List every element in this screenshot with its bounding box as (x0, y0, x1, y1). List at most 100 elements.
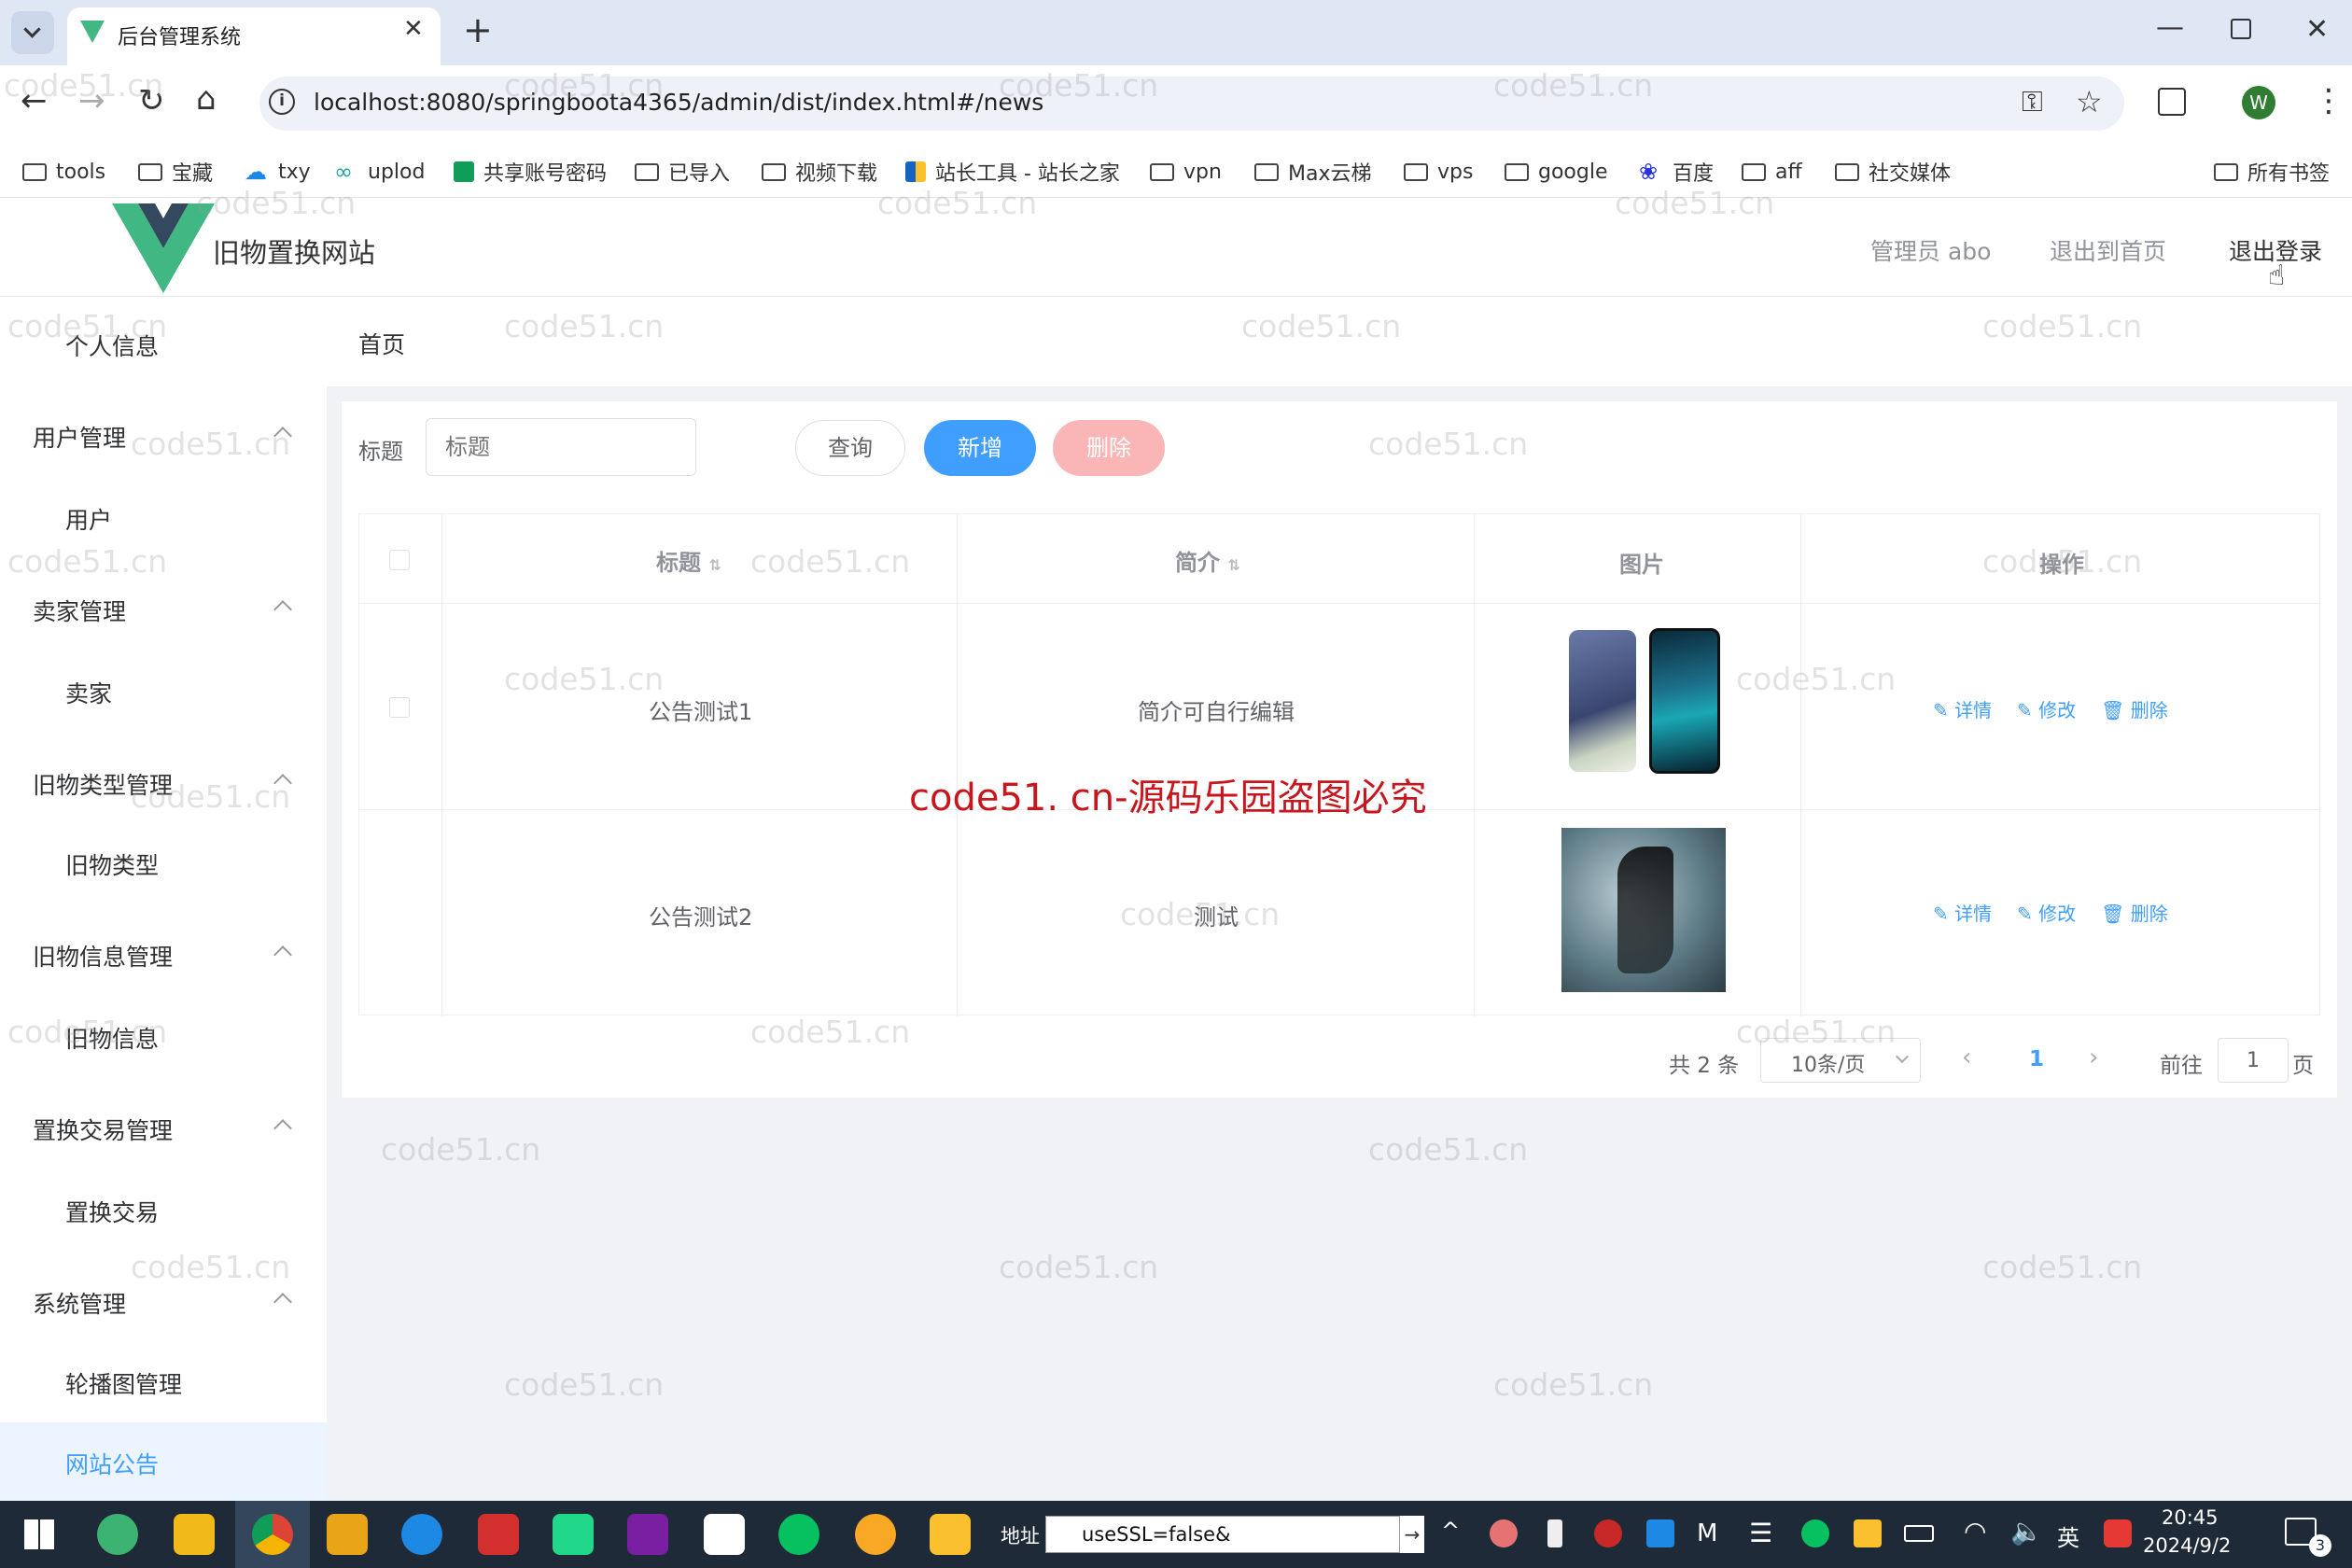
row-delete-link[interactable]: 🗑 删除 (2101, 695, 2168, 722)
sidebar-group-item-info-management[interactable]: 旧物信息管理 (33, 939, 173, 973)
minimize-icon[interactable]: — (2156, 11, 2184, 44)
poster-image-thumbnail[interactable] (1561, 828, 1726, 992)
bookmark-tools[interactable]: tools (22, 149, 105, 194)
back-arrow-icon[interactable]: ← (21, 82, 48, 119)
more-menu-icon[interactable]: ⋮ (2313, 82, 2345, 119)
tray-wifi-icon[interactable]: ◠ (1964, 1516, 1986, 1547)
all-bookmarks[interactable]: 所有书签 (2214, 149, 2330, 194)
bookmark-uplod[interactable]: ∞ uplod (334, 149, 425, 194)
k-app-icon[interactable] (930, 1514, 971, 1555)
intellij-icon[interactable] (627, 1514, 668, 1555)
browser-360-icon[interactable] (97, 1514, 138, 1555)
query-button[interactable]: 查询 (795, 420, 905, 476)
address-bar[interactable]: i localhost:8080/springboota4365/admin/d… (259, 77, 2124, 131)
cat-app-icon[interactable] (855, 1514, 896, 1555)
extensions-icon[interactable] (2158, 88, 2186, 116)
bookmark-star-icon[interactable]: ☆ (2076, 84, 2103, 119)
bookmark-txy[interactable]: ☁ txy (245, 149, 311, 194)
edge-icon[interactable] (401, 1514, 442, 1555)
sidebar-item-exchange[interactable]: 置换交易 (65, 1195, 159, 1228)
row-edit-link[interactable]: ✎ 修改 (2017, 899, 2076, 926)
sidebar-group-system-management[interactable]: 系统管理 (33, 1286, 126, 1320)
bookmark-vps[interactable]: vps (1404, 149, 1473, 194)
password-key-icon[interactable]: ⚿ (2022, 86, 2043, 119)
wps-icon[interactable] (478, 1514, 519, 1555)
row-checkbox[interactable] (389, 697, 410, 718)
new-tab-button[interactable]: + (463, 9, 493, 50)
header-intro[interactable]: 简介 ⇅ (1175, 544, 1240, 577)
tray-meeting-icon[interactable] (1646, 1519, 1674, 1547)
select-all-checkbox[interactable] (389, 550, 410, 570)
row-delete-link[interactable]: 🗑 删除 (2101, 899, 2168, 926)
tray-usb-icon[interactable] (1547, 1519, 1562, 1547)
windows-start-icon[interactable] (24, 1519, 54, 1549)
tray-security-icon[interactable] (1594, 1519, 1622, 1547)
tray-app-icon[interactable] (1490, 1519, 1518, 1547)
tray-volume-icon[interactable]: 🔈 (2010, 1516, 2043, 1547)
tencent-meeting-icon[interactable] (704, 1514, 745, 1555)
wechat-icon[interactable] (778, 1514, 819, 1555)
close-tab-icon[interactable]: ✕ (403, 15, 424, 43)
bookmark-chinaz[interactable]: 站长工具 - 站长之家 (905, 149, 1120, 194)
bookmark-google[interactable]: google (1505, 149, 1608, 194)
sidebar-item-user[interactable]: 用户 (65, 502, 112, 536)
sidebar-item-profile[interactable]: 个人信息 (65, 329, 159, 362)
add-button[interactable]: 新增 (924, 420, 1036, 476)
clock-time[interactable]: 20:45 (2162, 1506, 2219, 1529)
browser-tab-active[interactable]: 后台管理系统 ✕ (67, 7, 441, 65)
url-text[interactable]: localhost:8080/springboota4365/admin/dis… (314, 89, 1043, 116)
row-detail-link[interactable]: ✎ 详情 (1933, 695, 1992, 722)
restore-icon[interactable] (2231, 19, 2251, 39)
page-size-select[interactable]: 10条/页 (1760, 1038, 1921, 1083)
page-number-current[interactable]: 1 (2029, 1047, 2044, 1071)
site-info-icon[interactable]: i (269, 89, 295, 115)
clock-date[interactable]: 2024/9/2 (2143, 1534, 2231, 1557)
sidebar-group-seller-management[interactable]: 卖家管理 (33, 594, 126, 627)
reload-icon[interactable]: ↻ (138, 82, 165, 119)
tray-mail-icon[interactable]: M (1697, 1519, 1717, 1547)
tray-k-icon[interactable] (1854, 1519, 1882, 1547)
pycharm-icon[interactable] (553, 1514, 594, 1555)
sidebar-item-item-type[interactable]: 旧物类型 (65, 847, 159, 881)
sidebar-item-announcement-active[interactable]: 网站公告 (0, 1422, 327, 1501)
phone-image-thumbnail[interactable] (1569, 628, 1726, 776)
tray-battery-icon[interactable] (1904, 1525, 1934, 1542)
sidebar-group-exchange-management[interactable]: 置换交易管理 (33, 1113, 173, 1146)
tray-expand-icon[interactable]: ^ (1441, 1518, 1460, 1544)
home-icon[interactable]: ⌂ (196, 80, 217, 118)
bookmark-social-media[interactable]: 社交媒体 (1835, 149, 1951, 194)
sublime-icon[interactable] (327, 1514, 368, 1555)
chrome-taskbar-active[interactable] (235, 1501, 310, 1568)
breadcrumb-home[interactable]: 首页 (358, 327, 405, 360)
header-title[interactable]: 标题 ⇅ (656, 544, 721, 577)
search-title-input[interactable] (426, 418, 696, 476)
profile-avatar[interactable]: W (2242, 86, 2275, 119)
sidebar-group-user-management[interactable]: 用户管理 (33, 420, 126, 454)
row-detail-link[interactable]: ✎ 详情 (1933, 899, 1992, 926)
batch-delete-button[interactable]: 删除 (1053, 420, 1165, 476)
file-explorer-icon[interactable] (174, 1514, 215, 1555)
bookmark-video-download[interactable]: 视频下载 (762, 149, 877, 194)
back-to-home-link[interactable]: 退出到首页 (2050, 233, 2166, 267)
sidebar-item-seller[interactable]: 卖家 (65, 676, 112, 709)
input-method-indicator[interactable]: 英 (2057, 1519, 2079, 1552)
tray-wechat-icon[interactable] (1801, 1519, 1829, 1547)
taskbar-address-input[interactable] (1045, 1516, 1400, 1553)
tray-settings-icon[interactable]: ☰ (1749, 1518, 1772, 1548)
next-page-icon[interactable]: › (2089, 1043, 2098, 1071)
prev-page-icon[interactable]: ‹ (1962, 1043, 1971, 1071)
bookmark-max-ladder[interactable]: Max云梯 (1254, 149, 1371, 194)
bookmark-shared-passwords[interactable]: 共享账号密码 (454, 149, 607, 194)
bookmark-baozang[interactable]: 宝藏 (138, 149, 213, 194)
bookmark-aff[interactable]: aff (1742, 149, 1802, 194)
tray-sogou-icon[interactable] (2104, 1519, 2132, 1547)
close-window-icon[interactable]: ✕ (2305, 13, 2329, 46)
tab-search-button[interactable] (11, 11, 54, 54)
bookmark-vpn[interactable]: vpn (1150, 149, 1222, 194)
row-edit-link[interactable]: ✎ 修改 (2017, 695, 2076, 722)
goto-page-input[interactable] (2218, 1038, 2289, 1083)
address-go-icon[interactable]: → (1400, 1516, 1424, 1553)
sidebar-group-item-type-management[interactable]: 旧物类型管理 (33, 767, 173, 801)
bookmark-baidu[interactable]: ❀ 百度 (1639, 149, 1714, 194)
sidebar-item-item-info[interactable]: 旧物信息 (65, 1021, 159, 1055)
